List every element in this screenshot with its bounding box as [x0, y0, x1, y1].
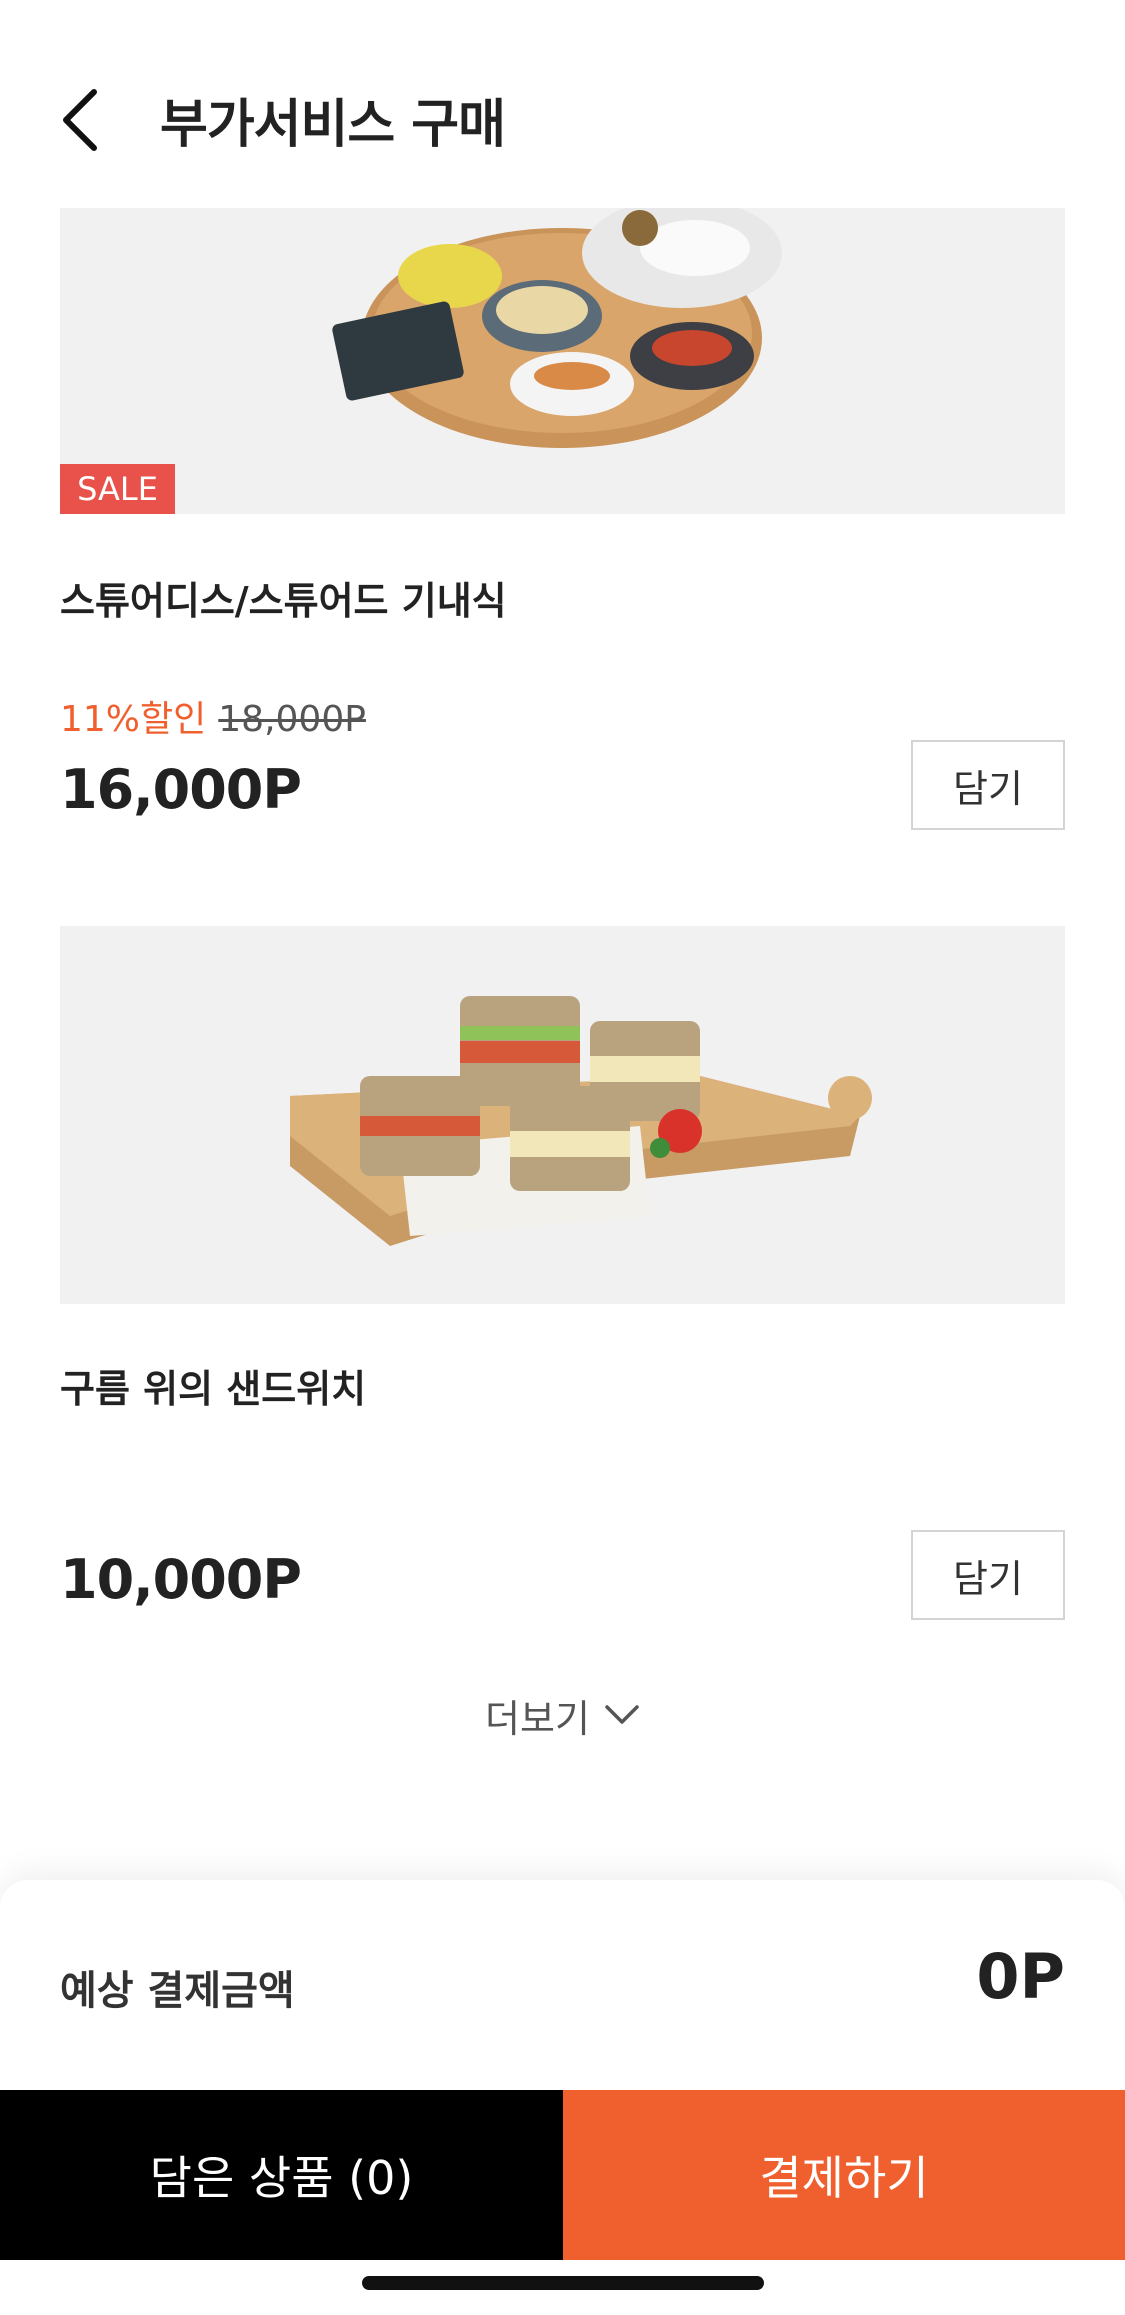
- page-title: 부가서비스 구매: [160, 95, 506, 155]
- chevron-left-icon: [63, 89, 97, 151]
- product-name-sandwich: 구름 위의 샌드위치: [60, 1367, 367, 1411]
- header: 부가서비스 구매: [0, 0, 1125, 200]
- original-price: 18,000P: [218, 699, 366, 740]
- product-image-sandwich[interactable]: [60, 926, 1065, 1304]
- discount-rate: 11%할인: [60, 699, 207, 740]
- estimate-value: 0P: [976, 1940, 1065, 2013]
- product-name-meal: 스튜어디스/스튜어드 기내식: [60, 579, 507, 623]
- sale-badge: SALE: [60, 464, 175, 514]
- sandwich-board-illustration: [290, 996, 872, 1246]
- price-meal: 16,000P: [60, 758, 302, 821]
- chevron-down-icon: [604, 1704, 640, 1726]
- checkout-panel: 예상 결제금액 0P 담은 상품 (0) 결제하기: [0, 1880, 1125, 2315]
- more-button[interactable]: 더보기: [0, 1680, 1125, 1750]
- price-sandwich: 10,000P: [60, 1548, 302, 1611]
- add-to-cart-button-sandwich[interactable]: 담기: [911, 1530, 1065, 1620]
- add-to-cart-button-meal[interactable]: 담기: [911, 740, 1065, 830]
- more-label: 더보기: [485, 1696, 590, 1741]
- back-button[interactable]: [50, 80, 110, 160]
- home-indicator: [362, 2276, 764, 2290]
- discount-row: 11%할인 18,000P: [60, 690, 366, 742]
- cart-button[interactable]: 담은 상품 (0): [0, 2090, 563, 2260]
- meal-tray-illustration: [332, 208, 782, 448]
- estimate-label: 예상 결제금액: [60, 1968, 295, 2014]
- pay-button[interactable]: 결제하기: [563, 2090, 1125, 2260]
- product-image-meal[interactable]: [60, 208, 1065, 514]
